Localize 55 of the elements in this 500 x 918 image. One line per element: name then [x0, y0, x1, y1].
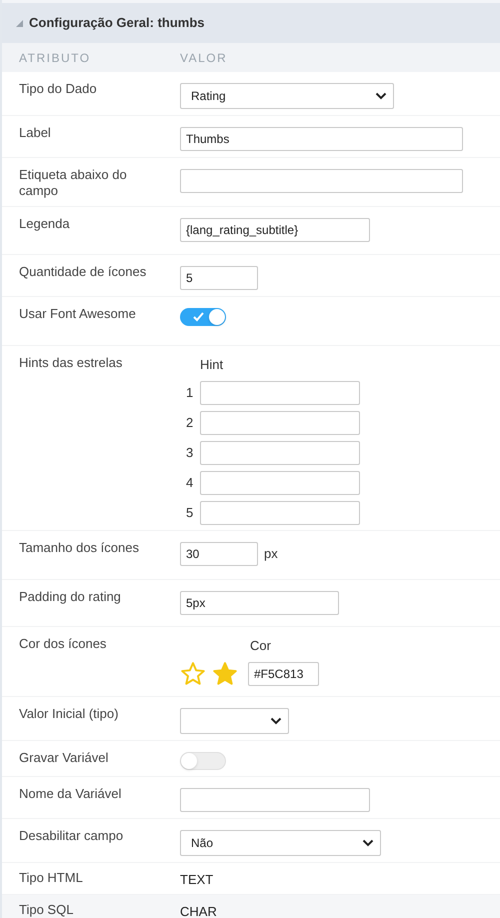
text-field[interactable]: 5px [180, 590, 339, 614]
value-text: TEXT [180, 872, 214, 888]
text-field[interactable] [180, 788, 370, 812]
column-header: Cor [249, 636, 272, 654]
attribute-label: Desabilitar campo [18, 828, 124, 845]
attribute-label: Hints das estrelas [18, 355, 124, 372]
color-field[interactable]: #F5C813 [248, 662, 319, 686]
text-field[interactable]: Thumbs [180, 127, 463, 151]
attribute-label: Quantidade de ícones [18, 264, 148, 281]
hint-number: 2 [186, 414, 194, 432]
column-header: Hint [199, 356, 224, 374]
filled-star-icon [212, 661, 238, 687]
checkmark-icon [193, 312, 204, 322]
dropdown-select[interactable]: Rating [180, 83, 394, 109]
text-field[interactable] [180, 169, 463, 193]
unit-label: px [264, 544, 278, 563]
text-field[interactable]: 30 [180, 542, 258, 566]
attribute-label: Tipo do Dado [18, 81, 98, 98]
hint-number: 3 [186, 444, 194, 462]
attribute-label: Tipo SQL [18, 902, 74, 918]
attribute-label: Etiqueta abaixo do campo [18, 167, 128, 199]
hint-number: 4 [186, 474, 194, 492]
column-header: VALOR [180, 50, 228, 66]
hint-field[interactable] [200, 440, 360, 464]
attribute-label: Cor dos ícones [18, 636, 108, 652]
column-header: ATRIBUTO [18, 50, 92, 66]
attribute-label: Padding do rating [18, 588, 122, 606]
text-field[interactable]: 5 [180, 266, 258, 290]
toggle-switch[interactable] [180, 308, 226, 326]
hint-number: 1 [186, 384, 194, 402]
hint-field[interactable] [200, 470, 360, 494]
dropdown-select[interactable] [180, 708, 289, 734]
attribute-label: Gravar Variável [18, 750, 110, 767]
attribute-label: Usar Font Awesome [18, 306, 137, 323]
attribute-label: Nome da Variável [18, 786, 122, 803]
hint-field[interactable] [200, 380, 360, 404]
attribute-label: Tamanho dos ícones [18, 540, 140, 556]
attribute-label: Valor Inicial (tipo) [18, 706, 120, 723]
chevron-down-icon [270, 717, 282, 725]
toggle-switch[interactable] [180, 752, 226, 770]
collapse-triangle-icon [16, 20, 23, 26]
chevron-down-icon [375, 92, 387, 100]
hint-number: 5 [186, 504, 194, 522]
chevron-down-icon [362, 839, 374, 847]
text-field[interactable]: {lang_rating_subtitle} [180, 218, 370, 242]
hint-field[interactable] [200, 410, 360, 434]
attribute-label: Legenda [18, 216, 71, 233]
hint-field[interactable] [200, 500, 360, 524]
panel-header[interactable]: Configuração Geral: thumbs [2, 3, 500, 43]
panel-title: Configuração Geral: thumbs [29, 14, 205, 32]
dropdown-select[interactable]: Não [180, 830, 381, 856]
outline-star-icon [180, 661, 206, 687]
attribute-label: Tipo HTML [18, 870, 84, 887]
value-text: CHAR [180, 904, 217, 918]
attribute-label: Label [18, 125, 52, 142]
